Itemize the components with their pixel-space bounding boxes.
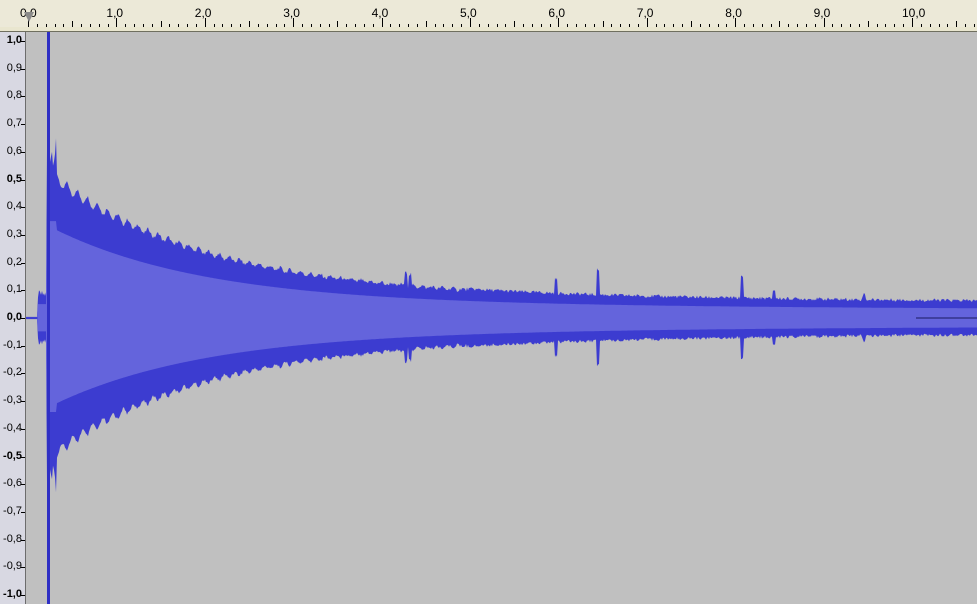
amplitude-tick bbox=[21, 124, 25, 126]
amplitude-label: -0,7 bbox=[3, 504, 22, 517]
ruler-label: 8,0 bbox=[725, 6, 742, 20]
amplitude-tick bbox=[21, 41, 25, 42]
ruler-label: 9,0 bbox=[813, 6, 831, 20]
ruler-major-tick bbox=[381, 18, 383, 27]
ruler-label: 5,0 bbox=[460, 6, 477, 20]
ruler-label: 4,0 bbox=[371, 6, 389, 20]
amplitude-label: 0,5 bbox=[6, 172, 22, 185]
amplitude-tick bbox=[21, 484, 25, 486]
amplitude-label: 0,6 bbox=[6, 144, 22, 157]
amplitude-tick bbox=[21, 151, 25, 153]
amplitude-tick bbox=[21, 401, 25, 403]
amplitude-tick bbox=[21, 234, 25, 236]
waveform-peak-spike bbox=[47, 32, 50, 604]
amplitude-tick bbox=[21, 345, 25, 347]
ruler-major-tick bbox=[470, 18, 471, 27]
amplitude-label: -0,4 bbox=[3, 421, 22, 434]
amplitude-tick bbox=[21, 96, 25, 98]
amplitude-tick bbox=[21, 511, 25, 513]
amplitude-label: -1,0 bbox=[3, 588, 22, 600]
amplitude-label: 0,0 bbox=[6, 311, 22, 323]
ruler-major-tick bbox=[293, 18, 295, 27]
ruler-major-tick bbox=[558, 18, 560, 27]
amplitude-tick bbox=[21, 318, 25, 319]
amplitude-label: -0,3 bbox=[3, 394, 22, 407]
ruler-major-tick bbox=[116, 18, 118, 27]
amplitude-label: -0,5 bbox=[3, 449, 22, 462]
ruler-label: 10,0 bbox=[902, 6, 926, 20]
ruler-label: 1,0 bbox=[106, 6, 124, 20]
amplitude-label: 1,0 bbox=[6, 34, 22, 46]
amplitude-tick bbox=[21, 290, 25, 292]
amplitude-label: -0,6 bbox=[3, 477, 22, 490]
ruler-label: 2,0 bbox=[194, 6, 212, 20]
amplitude-tick bbox=[21, 207, 25, 209]
amplitude-tick bbox=[21, 179, 25, 181]
amplitude-label: 0,1 bbox=[6, 283, 22, 296]
ruler-label: 3,0 bbox=[283, 6, 300, 20]
playhead-marker-icon[interactable] bbox=[24, 12, 34, 22]
ruler-major-tick bbox=[735, 18, 737, 27]
amplitude-label: 0,9 bbox=[6, 61, 22, 74]
ruler-major-tick bbox=[912, 18, 913, 27]
ruler-label: 7,0 bbox=[636, 6, 654, 20]
amplitude-label: -0,2 bbox=[3, 366, 22, 379]
amplitude-tick bbox=[21, 567, 25, 569]
amplitude-tick bbox=[21, 428, 25, 430]
amplitude-tick bbox=[21, 373, 25, 375]
amplitude-label: -0,1 bbox=[3, 338, 22, 351]
amplitude-label: 0,7 bbox=[6, 117, 22, 130]
audio-track-waveform[interactable] bbox=[26, 32, 977, 604]
amplitude-label: -0,9 bbox=[3, 560, 22, 573]
amplitude-label: 0,2 bbox=[6, 255, 22, 268]
ruler-major-tick bbox=[823, 18, 825, 27]
ruler-major-tick bbox=[646, 18, 648, 27]
amplitude-tick bbox=[21, 262, 25, 264]
amplitude-tick bbox=[21, 68, 25, 70]
amplitude-tick bbox=[21, 539, 25, 541]
amplitude-tick bbox=[21, 595, 25, 596]
amplitude-label: 0,4 bbox=[6, 200, 22, 213]
waveform-graphic[interactable] bbox=[26, 32, 977, 604]
ruler-major-tick bbox=[204, 18, 206, 27]
time-ruler[interactable]: 0,0 1,0 2,0 3,0 4,0 5,0 6,0 7,0 8,0 9,0 10,0 bbox=[0, 0, 977, 28]
ruler-label: 6,0 bbox=[548, 6, 566, 20]
amplitude-ruler: 1,0 0,9 0,8 0,7 0,6 0,5 0,4 0,3 0,2 0,1 0,0 -0,1 -0,… bbox=[0, 32, 26, 604]
amplitude-label: 0,8 bbox=[6, 89, 22, 102]
amplitude-label: -0,8 bbox=[3, 532, 22, 545]
amplitude-label: 0,3 bbox=[6, 227, 22, 240]
amplitude-tick bbox=[21, 456, 25, 458]
